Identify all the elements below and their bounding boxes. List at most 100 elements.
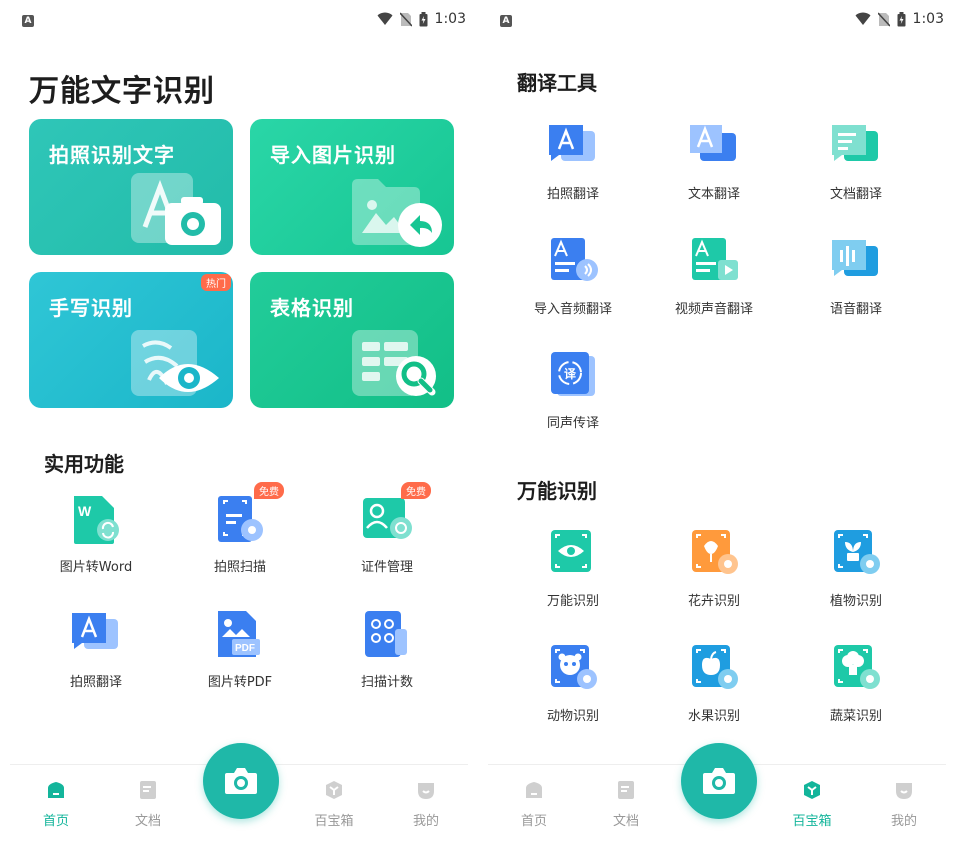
scan-count-button[interactable]: 扫描计数 xyxy=(327,609,447,690)
doc-translate-button[interactable]: 文档翻译 xyxy=(796,121,916,202)
vegetable-recognize-button[interactable]: 蔬菜识别 xyxy=(796,643,916,724)
tool-label: 水果识别 xyxy=(687,709,740,724)
nav-label: 首页 xyxy=(520,814,547,829)
tool-label: 花卉识别 xyxy=(687,594,740,609)
photo-translate-button[interactable]: 拍照翻译 xyxy=(513,121,633,202)
camera-button[interactable] xyxy=(203,743,279,819)
interpret-button[interactable]: 译 同声传译 xyxy=(513,350,633,431)
card-label: 手写识别 xyxy=(49,296,133,320)
import-image-card[interactable]: 导入图片识别 xyxy=(250,119,454,255)
word-convert-icon: W xyxy=(74,496,119,544)
page-title: 万能文字识别 xyxy=(29,74,215,109)
animal-icon xyxy=(551,645,597,689)
fruit-recognize-button[interactable]: 水果识别 xyxy=(654,643,774,724)
photo-translate-icon xyxy=(72,613,118,649)
scan-icon xyxy=(218,496,263,542)
nav-label: 文档 xyxy=(612,814,639,829)
text-translate-icon xyxy=(690,125,736,161)
table-ocr-card[interactable]: 表格识别 xyxy=(250,272,454,408)
camera-button[interactable] xyxy=(681,743,757,819)
voice-translate-button[interactable]: 语音翻译 xyxy=(796,236,916,317)
nav-label: 百宝箱 xyxy=(314,814,354,829)
nav-label: 百宝箱 xyxy=(792,814,832,829)
nav-toolbox[interactable]: 百宝箱 xyxy=(782,779,842,829)
svg-text:W: W xyxy=(78,503,92,519)
interpret-icon: 译 xyxy=(551,352,595,396)
nav-profile[interactable]: 我的 xyxy=(396,779,456,829)
nav-label: 首页 xyxy=(42,814,69,829)
no-sim-icon xyxy=(877,11,890,27)
bottom-nav: 首页 文档 百宝箱 我的 xyxy=(488,743,946,843)
tool-label: 语音翻译 xyxy=(829,302,882,317)
doc-translate-icon xyxy=(832,125,878,161)
camera-icon xyxy=(131,173,221,245)
import-icon xyxy=(352,179,442,247)
nav-home[interactable]: 首页 xyxy=(504,779,564,829)
video-translate-icon xyxy=(692,238,738,280)
flower-recognize-button[interactable]: 花卉识别 xyxy=(654,528,774,609)
tool-label: 导入音频翻译 xyxy=(533,302,612,317)
status-bar: A 1:03 xyxy=(0,0,478,42)
nav-docs[interactable]: 文档 xyxy=(118,779,178,829)
tool-label: 万能识别 xyxy=(546,594,599,609)
video-translate-button[interactable]: 视频声音翻译 xyxy=(654,236,774,317)
universal-recognize-button[interactable]: 万能识别 xyxy=(513,528,633,609)
image-to-word-button[interactable]: W 图片转Word xyxy=(36,494,156,575)
image-to-pdf-button[interactable]: PDF 图片转PDF xyxy=(180,609,300,690)
text-translate-button[interactable]: 文本翻译 xyxy=(654,121,774,202)
id-manage-button[interactable]: 免费 证件管理 xyxy=(327,482,447,575)
card-label: 导入图片识别 xyxy=(270,143,396,167)
nav-label: 我的 xyxy=(412,814,439,829)
tool-label: 同声传译 xyxy=(546,416,599,431)
camera-icon xyxy=(703,768,735,794)
toolbox-icon xyxy=(326,781,342,799)
card-label: 表格识别 xyxy=(270,296,354,320)
animal-recognize-button[interactable]: 动物识别 xyxy=(513,643,633,724)
status-time: 1:03 xyxy=(434,11,466,27)
status-bar: A 1:03 xyxy=(478,0,956,42)
tool-label: 植物识别 xyxy=(829,594,882,609)
tool-label: 动物识别 xyxy=(546,709,599,724)
pdf-icon: PDF xyxy=(218,611,260,657)
handwriting-card[interactable]: 热门 手写识别 xyxy=(29,272,233,408)
tool-label: 拍照扫描 xyxy=(213,560,266,575)
audio-translate-button[interactable]: 导入音频翻译 xyxy=(513,236,633,317)
bottom-nav: 首页 文档 百宝箱 我的 xyxy=(10,743,468,843)
home-icon xyxy=(526,782,542,798)
nav-home[interactable]: 首页 xyxy=(26,779,86,829)
free-badge: 免费 xyxy=(401,482,431,499)
home-icon xyxy=(48,782,64,798)
no-sim-icon xyxy=(399,11,412,27)
nav-label: 我的 xyxy=(890,814,917,829)
plant-recognize-button[interactable]: 植物识别 xyxy=(796,528,916,609)
profile-icon xyxy=(896,783,912,799)
tool-label: 文本翻译 xyxy=(687,187,740,202)
plant-icon xyxy=(834,530,880,574)
eye-scan-icon xyxy=(551,530,591,572)
toolbox-screen: A 1:03 翻译工具 拍照翻译 文本翻译 文档翻译 导入音频翻译 视频声音翻译… xyxy=(478,0,956,843)
recognize-section-title: 万能识别 xyxy=(517,479,597,503)
practical-section-title: 实用功能 xyxy=(44,452,124,476)
nav-profile[interactable]: 我的 xyxy=(874,779,934,829)
hot-badge: 热门 xyxy=(201,274,231,291)
photo-ocr-card[interactable]: 拍照识别文字 xyxy=(29,119,233,255)
free-badge: 免费 xyxy=(254,482,284,499)
svg-text:PDF: PDF xyxy=(235,643,255,654)
battery-icon xyxy=(897,11,906,26)
svg-text:译: 译 xyxy=(564,367,577,381)
document-icon xyxy=(618,781,634,799)
fruit-icon xyxy=(692,645,738,689)
photo-scan-button[interactable]: 免费 拍照扫描 xyxy=(180,482,300,575)
a-icon: A xyxy=(22,15,34,27)
vegetable-icon xyxy=(834,645,880,689)
toolbox-icon xyxy=(804,781,820,799)
photo-translate-button[interactable]: 拍照翻译 xyxy=(36,609,156,690)
home-screen: A 1:03 万能文字识别 拍照识别文字 导入图片识别 热门 手写识别 表格识别… xyxy=(0,0,478,843)
tool-label: 图片转PDF xyxy=(207,675,273,690)
id-card-icon xyxy=(363,498,412,539)
tool-label: 视频声音翻译 xyxy=(674,302,753,317)
nav-toolbox[interactable]: 百宝箱 xyxy=(304,779,364,829)
tool-label: 拍照翻译 xyxy=(69,675,122,690)
nav-docs[interactable]: 文档 xyxy=(596,779,656,829)
a-icon: A xyxy=(500,15,512,27)
